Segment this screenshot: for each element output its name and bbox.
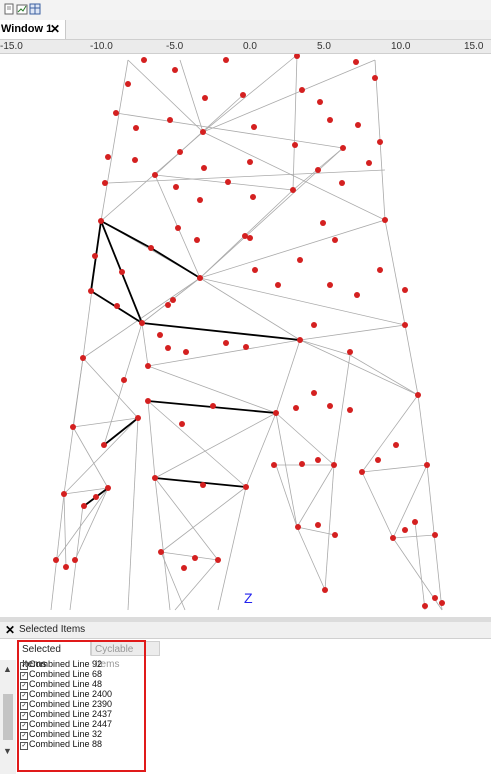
horizontal-ruler: -15.0 -10.0 -5.0 0.0 5.0 10.0 15.0 <box>0 40 491 54</box>
tab-cyclable-items[interactable]: Cyclable Items <box>91 641 160 670</box>
tab-selected-items[interactable]: Selected Items <box>18 641 91 670</box>
ruler-label: 5.0 <box>317 41 331 52</box>
vertical-scrollbar[interactable]: ▲ ▼ <box>0 660 16 774</box>
list-item-label: Combined Line 92 <box>29 659 103 669</box>
ruler-label: 10.0 <box>391 41 411 52</box>
model-nodes <box>53 53 445 609</box>
new-document-icon[interactable] <box>3 3 15 15</box>
chart-icon[interactable] <box>16 3 28 15</box>
document-tab-window-1[interactable]: Window 1 ✕ <box>0 20 66 39</box>
list-item-label: Combined Line 2437 <box>29 709 113 719</box>
list-item[interactable]: ✓ Combined Line 2447 <box>20 719 480 730</box>
list-item-label: Combined Line 2390 <box>29 699 113 709</box>
list-item[interactable]: ✓ Combined Line 2400 <box>20 689 480 700</box>
scroll-down-icon[interactable]: ▼ <box>3 746 12 756</box>
selected-members <box>83 220 301 507</box>
ruler-label: -5.0 <box>166 41 184 52</box>
document-tab-bar: Window 1 ✕ <box>0 20 491 40</box>
close-icon[interactable]: ✕ <box>50 20 60 39</box>
list-item[interactable]: ✓ Combined Line 2390 <box>20 699 480 710</box>
panel-title: Selected Items <box>19 624 86 635</box>
scrollbar-thumb[interactable] <box>3 694 13 740</box>
list-item-label: Combined Line 88 <box>29 739 103 749</box>
axis-indicator-label: Z <box>244 590 253 606</box>
list-item-label: Combined Line 68 <box>29 669 103 679</box>
ruler-label: -15.0 <box>0 41 23 52</box>
list-item[interactable]: ✓ Combined Line 2437 <box>20 709 480 720</box>
ruler-label: 0.0 <box>243 41 257 52</box>
selected-items-list: ✓ Combined Line 92 ✓ Combined Line 68 ✓ Com… <box>20 659 480 750</box>
list-item[interactable]: ✓ Combined Line 32 <box>20 729 480 740</box>
list-item[interactable]: ✓ Combined Line 92 <box>20 659 480 670</box>
ruler-label: 15.0 <box>464 41 484 52</box>
ruler-label: -10.0 <box>90 41 113 52</box>
close-icon[interactable]: ✕ <box>5 622 15 638</box>
list-item-label: Combined Line 2400 <box>29 689 113 699</box>
document-tab-label: Window 1 <box>1 23 53 35</box>
wireframe-members <box>50 54 443 611</box>
toolbar <box>0 0 491 20</box>
list-item-label: Combined Line 48 <box>29 679 103 689</box>
list-item-label: Combined Line 32 <box>29 729 103 739</box>
model-viewport[interactable]: Z <box>0 53 491 617</box>
scroll-up-icon[interactable]: ▲ <box>3 664 12 674</box>
selected-items-panel-header: ✕ Selected Items <box>0 622 491 639</box>
grid-icon[interactable] <box>29 3 41 15</box>
list-item[interactable]: ✓ Combined Line 68 <box>20 669 480 680</box>
list-item[interactable]: ✓ Combined Line 88 <box>20 739 480 750</box>
checkbox-checked-icon[interactable]: ✓ <box>20 742 28 750</box>
list-item[interactable]: ✓ Combined Line 48 <box>20 679 480 690</box>
tower-wireframe[interactable] <box>0 53 491 617</box>
list-item-label: Combined Line 2447 <box>29 719 113 729</box>
